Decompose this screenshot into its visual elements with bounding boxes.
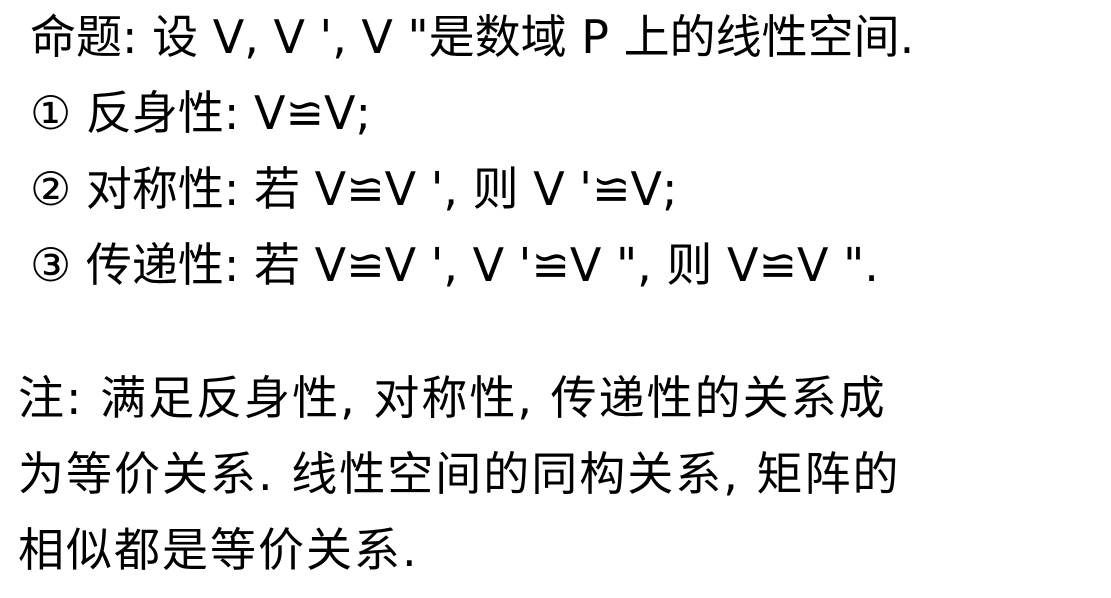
note-paragraph: 注: 满足反身性, 对称性, 传递性的关系成 为等价关系. 线性空间的同构关系,… <box>18 360 1098 588</box>
note-line-3: 相似都是等价关系. <box>18 523 419 577</box>
note-line-2: 为等价关系. 线性空间的同构关系, 矩阵的 <box>18 447 901 501</box>
property-transitive: ③ 传递性: 若 V≌V ', V '≌V ", 则 V≌V ". <box>30 238 879 292</box>
document: 命题: 设 V, V ', V "是数域 P 上的线性空间. ① 反身性: V≌… <box>0 0 1111 598</box>
note-line-1: 注: 满足反身性, 对称性, 传递性的关系成 <box>18 371 887 425</box>
property-symmetric: ② 对称性: 若 V≌V ', 则 V '≌V; <box>30 162 678 216</box>
property-reflexive: ① 反身性: V≌V; <box>30 86 371 140</box>
proposition-statement: 命题: 设 V, V ', V "是数域 P 上的线性空间. <box>30 10 915 64</box>
